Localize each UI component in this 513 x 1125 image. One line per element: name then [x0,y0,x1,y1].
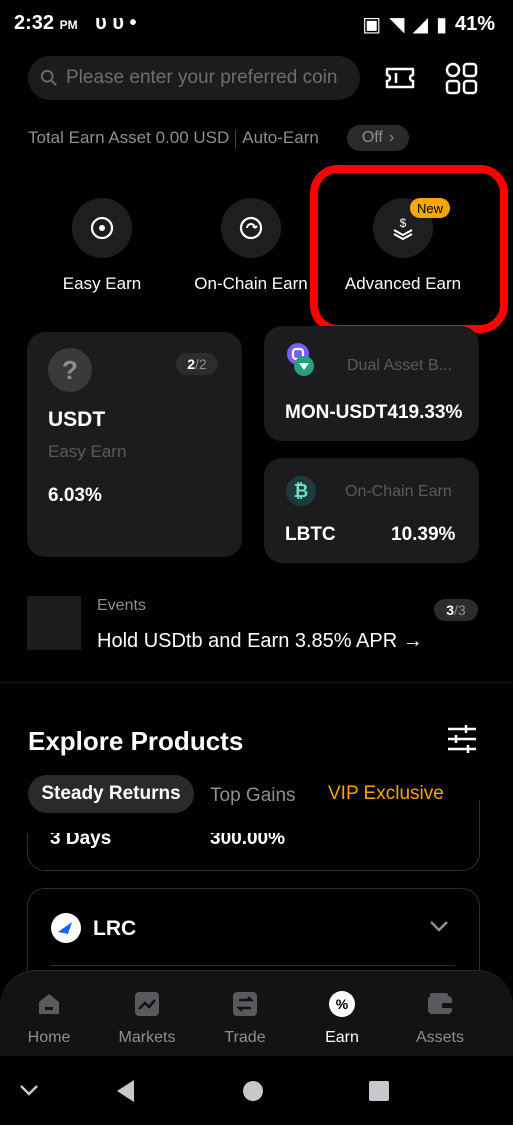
events-pager: 3/3 [434,599,478,621]
onchain-product: On-Chain Earn [345,483,452,500]
status-indicators: ▣ ◥ ◢ ▮ 41% [362,12,495,37]
feature-product: Easy Earn [48,442,127,461]
question-coin-icon: ? [48,348,92,392]
dual-apr: 419.33% [387,402,463,423]
svg-text:%: % [336,996,349,1012]
auto-earn-state: Off [361,129,383,146]
search-placeholder: Please enter your preferred coin [66,67,338,88]
clock-ampm: PM [59,18,78,32]
card-pager: 2/2 [176,353,218,375]
home-icon [39,994,59,1014]
ticket-icon[interactable] [382,60,418,96]
nav-home[interactable]: Home [0,990,98,1047]
wifi-icon: ◥ [389,14,405,36]
card-divider [50,965,455,966]
nav-markets[interactable]: Markets [98,990,196,1047]
target-icon [90,216,114,240]
total-earn-label: Total Earn Asset 0.00 USD [28,128,230,147]
search-icon [40,69,57,86]
easy-earn-label: Easy Earn [62,274,142,293]
svg-text:₿: ₿ [294,481,309,501]
search-input[interactable]: Please enter your preferred coin [28,56,360,100]
nav-assets-label: Assets [415,1029,464,1046]
pager-current: 2 [187,356,196,372]
wallet-icon [428,993,452,1014]
nav-earn[interactable]: % Earn [293,990,391,1047]
percent-icon: % [329,991,355,1017]
mon-usdt-pair-icon [287,343,314,376]
chevron-right-icon: › [388,129,395,146]
app-notification-icon: υ υ • [95,12,137,34]
lrc-coin-icon [51,913,81,943]
trade-icon [233,992,257,1016]
explore-products-title: Explore Products [28,726,244,756]
home-circle-icon[interactable] [241,1079,265,1103]
signal-icon: ◢ [412,14,428,36]
status-time: 2:32 PM υ υ • [14,12,137,35]
on-chain-card[interactable] [264,458,479,563]
total-earn-row: Total Earn Asset 0.00 USD Auto-Earn [28,128,319,148]
tab-steady-returns-overlay[interactable]: Steady Returns [28,775,194,813]
nav-trade-label: Trade [224,1029,266,1046]
nfc-icon: ▣ [362,14,382,36]
grid-menu-icon[interactable] [443,60,479,96]
nav-home-label: Home [27,1029,71,1046]
onchain-apr: 10.39% [391,524,456,545]
recents-icon[interactable] [368,1080,390,1102]
event-thumbnail[interactable] [27,596,81,650]
highlight-annotation [310,165,508,333]
dual-product: Dual Asset B... [347,357,452,374]
tab-vip-exclusive-overlay[interactable]: VIP Exclusive [328,783,444,805]
battery-icon: ▮ [435,14,447,36]
event-headline-link[interactable]: Hold USDtb and Earn 3.85% APR → [97,630,423,653]
clock-text: 2:32 [14,12,55,34]
dual-pair-apr: MON-USDT419.33% [285,402,462,424]
easy-earn-button[interactable]: Easy Earn [27,198,177,294]
filter-sliders-icon[interactable] [446,724,478,754]
events-pager-total: /3 [454,602,466,618]
nav-assets[interactable]: Assets [391,990,489,1047]
auto-earn-label: Auto-Earn [242,128,319,147]
battery-percent: 41% [454,13,495,35]
tab-top-gains-overlay[interactable]: Top Gains [210,785,296,807]
nav-earn-label: Earn [325,1029,359,1046]
chain-refresh-icon [239,216,263,240]
feature-coin: USDT [48,408,106,431]
pager-total: /2 [195,356,207,372]
divider [235,129,237,148]
events-pager-current: 3 [446,602,455,618]
back-icon[interactable] [114,1078,138,1104]
onchain-coin: LBTC [285,524,336,545]
dual-pair: MON-USDT [285,402,388,423]
lrc-coin-name: LRC [93,917,137,940]
collapse-down-icon[interactable] [18,1082,40,1098]
section-divider [0,682,513,683]
lbtc-coin-icon: ₿ [286,476,316,506]
chevron-down-icon[interactable] [428,918,450,934]
events-label: Events [97,597,146,614]
easy-earn-icon-circle [72,198,132,258]
on-chain-icon-circle [221,198,281,258]
feature-apr: 6.03% [48,485,102,506]
nav-markets-label: Markets [118,1029,176,1046]
nav-trade[interactable]: Trade [196,990,294,1047]
on-chain-earn-button[interactable]: On-Chain Earn [176,198,326,294]
auto-earn-toggle[interactable]: Off › [347,125,409,151]
on-chain-earn-label: On-Chain Earn [194,274,308,293]
chart-icon [135,992,159,1016]
